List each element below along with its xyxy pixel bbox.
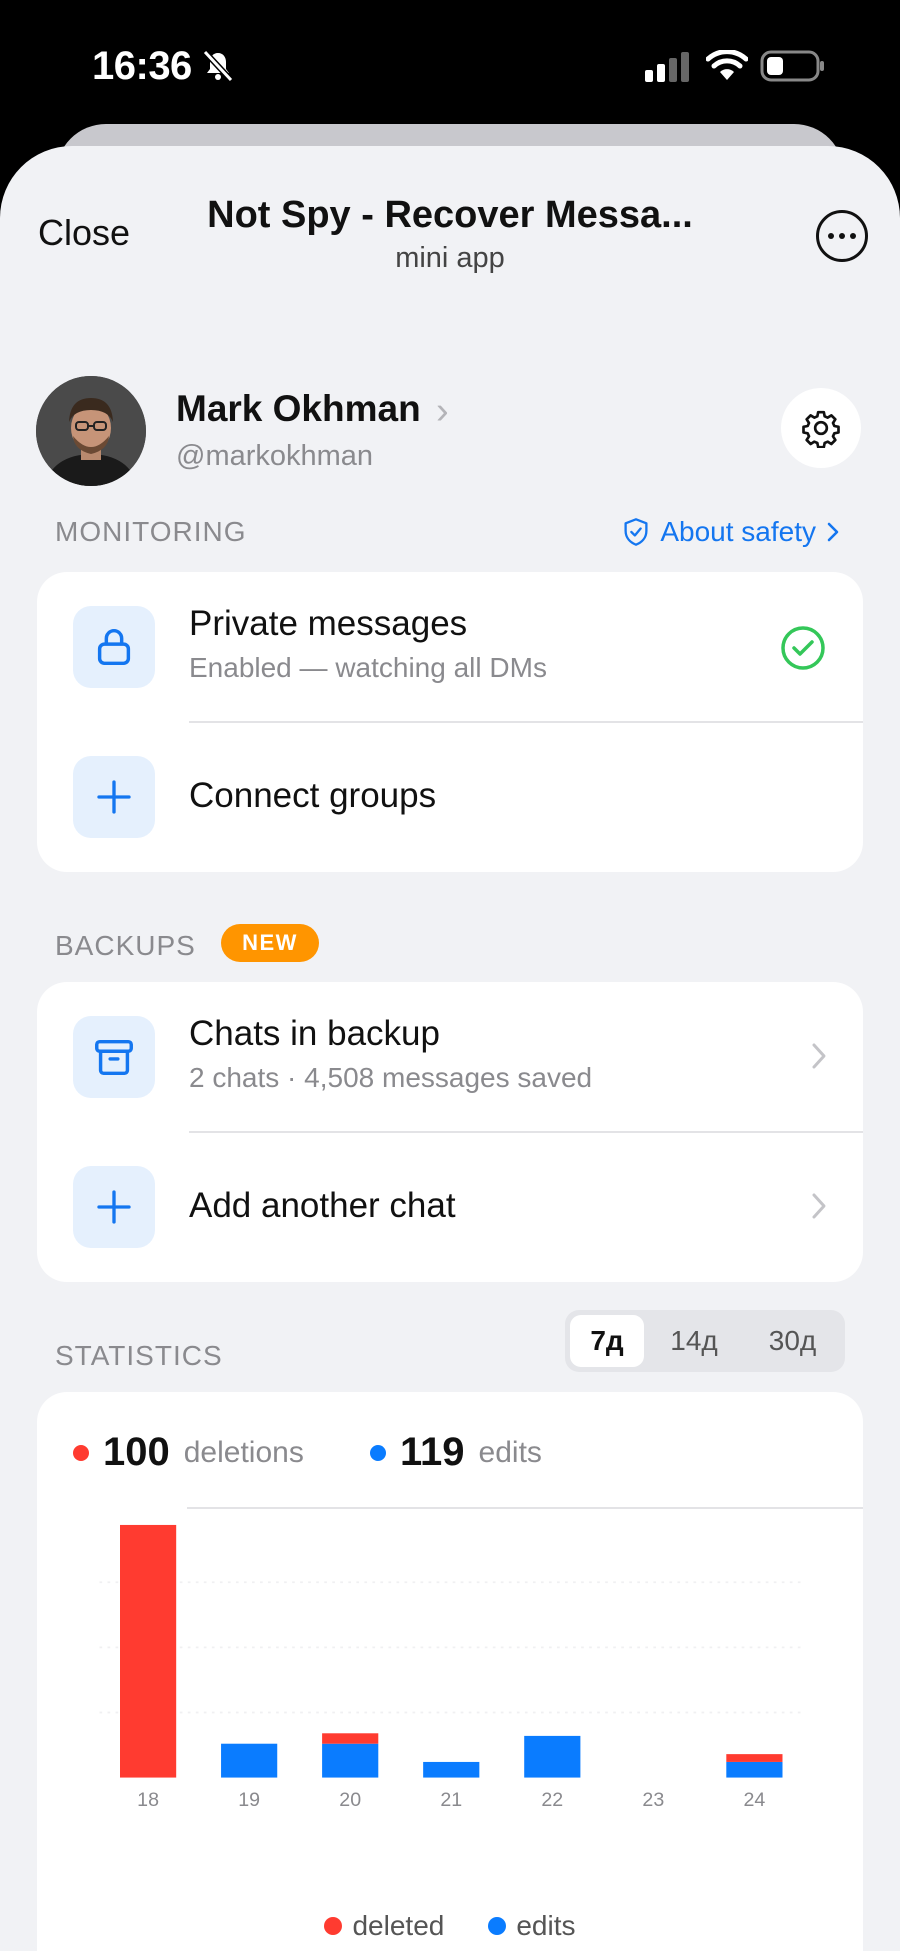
status-bar: 16:36 [0,0,900,125]
chevron-right-icon [812,1193,826,1219]
chart-bar-edits-22 [524,1735,581,1778]
new-badge: NEW [221,924,319,962]
edits-count: 119 [400,1430,465,1474]
chats-in-backup-row[interactable]: Chats in backup 2 chats · 4,508 messages… [37,982,863,1132]
deleted-dot-icon [73,1444,89,1461]
add-another-chat-row[interactable]: Add another chat [37,1132,863,1282]
profile-name: Mark Okhman [176,388,421,429]
app-subtitle: mini app [395,242,505,274]
period-segmented-control: 7д 14д 30д [565,1310,845,1372]
chart-bar-edits-24 [726,1761,783,1778]
deleted-dot-icon [324,1917,343,1935]
deletions-metric: 100 deletions [73,1430,304,1475]
battery-icon [760,50,824,82]
about-safety-link[interactable]: About safety [622,516,840,548]
chats-in-backup-subtitle: 2 chats · 4,508 messages saved [189,1062,593,1093]
chevron-right-icon: › [436,390,449,432]
profile-handle: @markokhman [176,440,374,472]
avatar-portrait [36,376,146,486]
cellular-signal-icon [645,52,689,82]
private-messages-row[interactable]: Private messages Enabled — watching all … [37,572,863,722]
period-30d-tab[interactable]: 30д [745,1315,840,1367]
archive-box-icon [73,1016,155,1098]
monitoring-card: Private messages Enabled — watching all … [37,572,863,872]
edits-dot-icon [370,1444,386,1461]
check-circle-icon [781,626,825,670]
chart-bar-deleted-20 [322,1733,379,1744]
chart-legend: deleted edits [0,1910,900,1942]
app-title: Not Spy - Recover Messa... [207,194,693,236]
deletions-count: 100 [103,1430,170,1474]
chart-bar-deleted-24 [726,1754,783,1762]
connect-groups-title: Connect groups [189,776,437,815]
lock-icon [73,606,155,688]
shield-check-icon [624,518,648,546]
chevron-right-icon [812,1043,826,1069]
avatar [36,376,146,486]
chart-x-tick-label: 18 [137,1789,159,1811]
chart-bar-edits-21 [423,1761,480,1778]
backups-card: Chats in backup 2 chats · 4,508 messages… [37,982,863,1282]
edits-dot-icon [488,1917,507,1935]
section-title-backups: BACKUPS [55,930,196,961]
gear-icon [802,410,840,448]
more-dot-icon [839,233,845,239]
add-another-chat-title: Add another chat [189,1186,456,1225]
statistics-bar-chart: 18 19 20 21 22 23 24 [99,1524,801,1811]
period-7d-tab[interactable]: 7д [570,1315,644,1367]
chart-bar-edits-20 [322,1743,379,1778]
legend-deleted-label: deleted [352,1910,445,1941]
statistics-card: 100 deletions 119 edits 18 19 20 21 22 23 24 [37,1392,863,1951]
divider [187,1507,863,1509]
chart-x-tick-label: 24 [743,1789,765,1811]
wifi-icon [706,50,748,80]
more-dot-icon [850,233,856,239]
legend-edits: edits [488,1910,576,1942]
plus-icon [73,1166,155,1248]
settings-button[interactable] [781,388,861,468]
chart-bar-deleted-18 [120,1524,177,1778]
chevron-right-icon [827,522,839,542]
more-options-button[interactable] [816,210,868,262]
private-messages-subtitle: Enabled — watching all DMs [189,652,547,683]
period-14d-tab[interactable]: 14д [649,1315,739,1367]
edits-label: edits [478,1435,542,1469]
status-time: 16:36 [92,44,192,88]
private-messages-title: Private messages [189,604,468,643]
chart-x-tick-label: 19 [238,1789,260,1811]
chart-x-tick-label: 21 [440,1789,462,1811]
plus-icon [73,756,155,838]
section-title-monitoring: MONITORING [55,516,247,547]
more-dot-icon [828,233,834,239]
section-title-statistics: STATISTICS [55,1340,223,1371]
chats-in-backup-title: Chats in backup [189,1014,440,1053]
chart-x-tick-label: 23 [642,1789,664,1811]
legend-edits-label: edits [516,1910,576,1941]
chart-x-tick-label: 20 [339,1789,361,1811]
about-safety-label: About safety [660,516,816,547]
bell-muted-icon [202,49,234,83]
edits-metric: 119 edits [370,1430,542,1475]
chart-bar-edits-19 [221,1743,278,1778]
profile-row[interactable]: Mark Okhman › @markokhman [36,376,866,492]
mini-app-sheet: Close Not Spy - Recover Messa... mini ap… [0,146,900,1951]
connect-groups-row[interactable]: Connect groups [37,722,863,872]
legend-deleted: deleted [324,1910,444,1942]
chart-x-tick-label: 22 [541,1789,563,1811]
deletions-label: deletions [183,1435,304,1469]
